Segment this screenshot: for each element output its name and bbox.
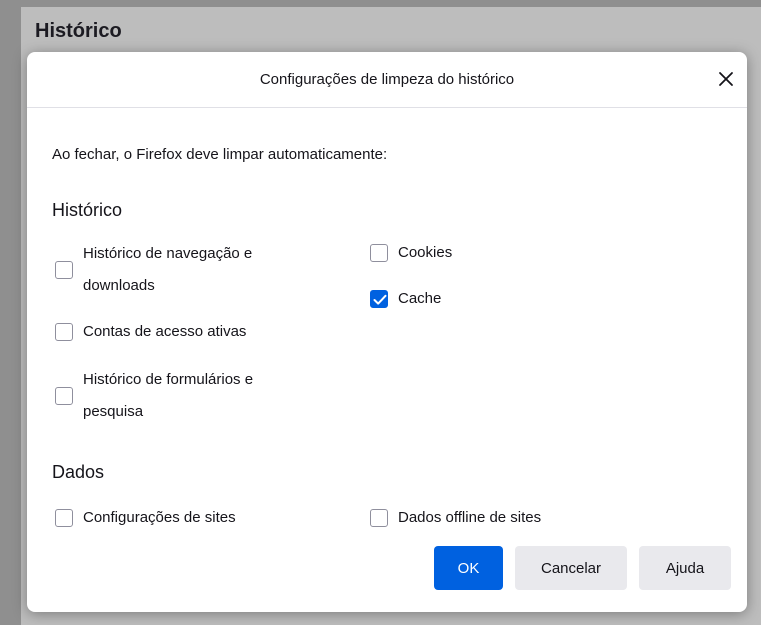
site-settings-checkbox[interactable] xyxy=(55,509,73,527)
offline-data-label: Dados offline de sites xyxy=(398,509,542,526)
background-page-title: Histórico xyxy=(35,20,122,42)
cookies-checkbox[interactable] xyxy=(370,244,388,262)
close-icon xyxy=(719,72,733,86)
browsing-history-checkbox[interactable] xyxy=(55,261,73,279)
form-search-history-option[interactable]: Histórico de formulários e pesquisa xyxy=(55,364,253,428)
history-section-heading: Histórico xyxy=(52,200,123,220)
form-search-history-label: Histórico de formulários e pesquisa xyxy=(83,371,254,420)
active-logins-option[interactable]: Contas de acesso ativas xyxy=(55,316,246,348)
offline-data-option[interactable]: Dados offline de sites xyxy=(370,502,541,534)
active-logins-checkbox[interactable] xyxy=(55,323,73,341)
intro-text: Ao fechar, o Firefox deve limpar automat… xyxy=(52,146,388,163)
active-logins-label: Contas de acesso ativas xyxy=(83,323,247,340)
data-section-heading: Dados xyxy=(52,462,105,482)
site-settings-label: Configurações de sites xyxy=(83,509,236,526)
site-settings-option[interactable]: Configurações de sites xyxy=(55,502,236,534)
browsing-history-option[interactable]: Histórico de navegação e downloads xyxy=(55,238,252,302)
cancel-button[interactable]: Cancelar xyxy=(515,546,627,590)
help-button[interactable]: Ajuda xyxy=(639,546,731,590)
offline-data-checkbox[interactable] xyxy=(370,509,388,527)
cache-option[interactable]: Cache xyxy=(370,283,441,315)
browsing-history-label: Histórico de navegação e downloads xyxy=(83,245,253,294)
form-search-history-checkbox[interactable] xyxy=(55,387,73,405)
dialog-titlebar: Configurações de limpeza do histórico xyxy=(27,52,747,108)
cache-label: Cache xyxy=(398,290,442,307)
cache-checkbox[interactable] xyxy=(370,290,388,308)
clear-history-settings-dialog: Configurações de limpeza do histórico Ao… xyxy=(27,52,747,612)
ok-button[interactable]: OK xyxy=(434,546,503,590)
close-button[interactable] xyxy=(715,68,737,90)
dialog-title: Configurações de limpeza do histórico xyxy=(259,71,515,88)
cookies-label: Cookies xyxy=(398,244,453,261)
checkmark-icon xyxy=(373,294,387,305)
cookies-option[interactable]: Cookies xyxy=(370,237,452,269)
